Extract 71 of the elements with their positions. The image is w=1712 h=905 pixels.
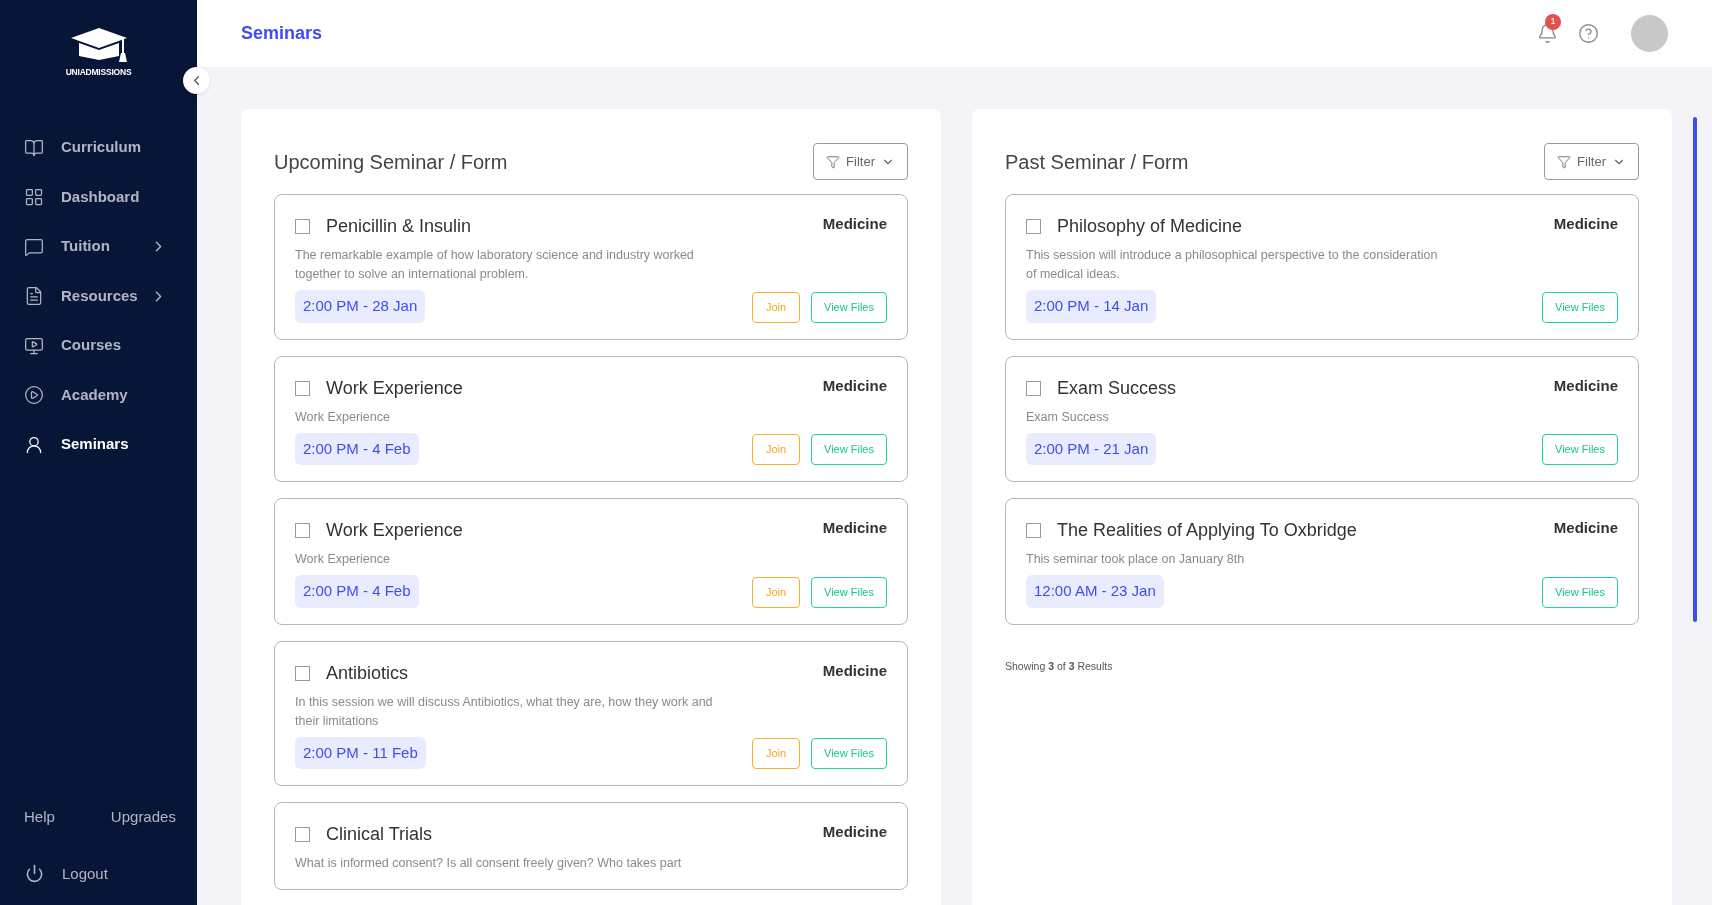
filter-button[interactable]: Filter [1544, 143, 1639, 180]
checkbox[interactable] [1026, 380, 1041, 396]
subject-label: Medicine [1553, 518, 1618, 538]
grid-icon [24, 187, 44, 207]
seminar-description: The remarkable example of how laboratory science and industry worked together to solve an international problem. [295, 247, 695, 283]
subject-label: Medicine [822, 518, 887, 538]
sidebar-item[interactable]: Curriculum [0, 122, 197, 173]
time-badge: 2:00 PM - 28 Jan [295, 290, 426, 323]
logo-text: UNIADMISSIONS [65, 66, 132, 79]
sidebar-item[interactable]: Courses [0, 320, 197, 371]
video-icon [24, 335, 44, 356]
sidebar-item[interactable]: Seminars [0, 419, 197, 470]
sidebar-item[interactable]: Dashboard [0, 172, 197, 222]
seminar-title: Clinical Trials [326, 823, 433, 846]
time-badge: 12:00 AM - 23 Jan [1026, 575, 1164, 608]
checkbox[interactable] [295, 665, 310, 681]
subject-label: Medicine [1553, 214, 1618, 234]
collapse-button[interactable] [183, 67, 210, 94]
subject-label: Medicine [822, 375, 887, 396]
sidebar-item[interactable]: Tuition [0, 221, 197, 272]
checkbox[interactable] [1026, 523, 1041, 538]
seminar-title: Penicillin & Insulin [326, 215, 472, 238]
scrollbar[interactable] [1693, 117, 1697, 622]
time-badge: 2:00 PM - 4 Feb [295, 575, 419, 608]
time-badge: 2:00 PM - 11 Feb [295, 736, 426, 769]
subject-label: Medicine [822, 214, 887, 234]
seminar-description: Exam Success [1026, 408, 1110, 426]
checkbox[interactable] [295, 827, 310, 842]
seminar-title: Antibiotics [326, 661, 409, 685]
seminar-title: Exam Success [1057, 376, 1177, 400]
time-badge: 2:00 PM - 14 Jan [1026, 290, 1157, 323]
logout-item[interactable]: Logout [0, 862, 197, 885]
page-title: Seminars [241, 22, 323, 45]
sidebar-item[interactable]: Academy [0, 370, 197, 420]
filter-icon [1557, 154, 1572, 169]
play-icon [24, 385, 44, 405]
footer-link[interactable]: Upgrades [110, 806, 176, 829]
results-count: Showing 3 of 3 Results [1005, 658, 1114, 674]
filter-icon [826, 154, 841, 169]
panel-title: Upcoming Seminar / Form [274, 149, 508, 175]
filter-button[interactable]: Filter [813, 143, 908, 180]
help-icon[interactable] [1578, 23, 1599, 44]
panel-title: Past Seminar / Form [1005, 149, 1189, 175]
time-badge: 2:00 PM - 4 Feb [295, 432, 419, 465]
checkbox[interactable] [295, 380, 310, 396]
checkbox[interactable] [295, 523, 310, 538]
seminar-title: Work Experience [326, 519, 463, 542]
seminar-title: The Realities of Applying To Oxbridge [1057, 519, 1357, 542]
seminar-description: Work Experience [295, 551, 391, 568]
person-icon [24, 434, 44, 455]
checkbox[interactable] [1026, 219, 1041, 234]
seminar-title: Philosophy of Medicine [1057, 215, 1243, 238]
avatar[interactable] [1631, 15, 1668, 52]
book-icon [24, 137, 44, 158]
seminar-title: Work Experience [326, 376, 463, 400]
seminar-description: This seminar took place on January 8th [1026, 551, 1246, 568]
footer-link[interactable]: Help [24, 806, 55, 829]
document-icon [24, 286, 44, 306]
subject-label: Medicine [822, 822, 887, 842]
seminar-description: What is informed consent? Is all consent freely given? Who takes part [295, 855, 683, 872]
seminar-description: Work Experience [295, 408, 391, 426]
time-badge: 2:00 PM - 21 Jan [1026, 432, 1157, 465]
notification-icon[interactable] [1537, 23, 1558, 44]
subject-label: Medicine [1553, 375, 1618, 396]
sidebar-item[interactable]: Resources [0, 271, 197, 321]
seminar-description: In this session we will discuss Antibiotics, what they are, how they work and their limitations [295, 693, 714, 730]
power-icon [25, 864, 44, 884]
checkbox[interactable] [295, 219, 310, 234]
notification-badge: 1 [1545, 14, 1561, 30]
seminar-description: This session will introduce a philosophical perspective to the consideration of medical ideas. [1026, 247, 1439, 283]
subject-label: Medicine [822, 660, 887, 681]
